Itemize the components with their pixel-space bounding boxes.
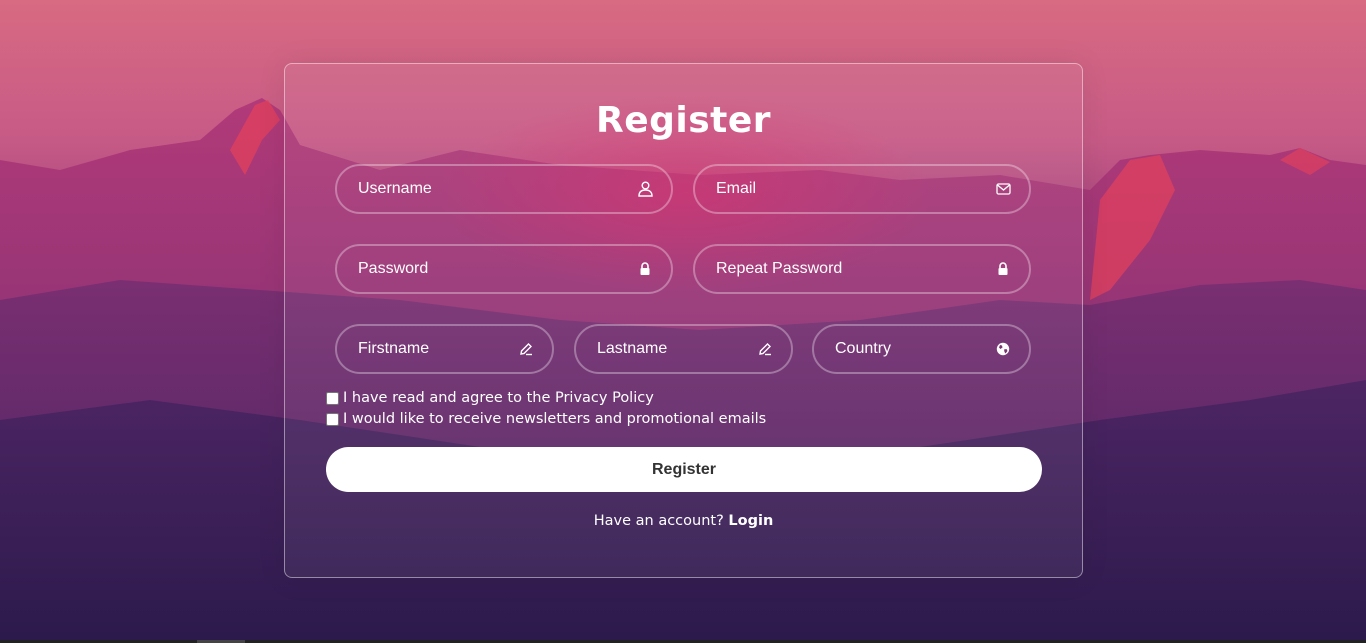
- username-placeholder: Username: [358, 180, 432, 197]
- page-title: Register: [595, 100, 772, 141]
- password-placeholder: Password: [358, 260, 429, 277]
- newsletter-checkbox-row[interactable]: I would like to receive newsletters and …: [326, 411, 766, 427]
- pencil-icon: [518, 341, 534, 357]
- lastname-field[interactable]: Lastname: [574, 324, 793, 374]
- privacy-checkbox-label: I have read and agree to the Privacy Pol…: [343, 390, 654, 406]
- user-icon: [637, 181, 653, 197]
- firstname-placeholder: Firstname: [358, 340, 430, 357]
- repeat-password-field[interactable]: Repeat Password: [693, 244, 1031, 294]
- country-field[interactable]: Country: [812, 324, 1031, 374]
- register-button[interactable]: Register: [326, 447, 1042, 492]
- password-field[interactable]: Password: [335, 244, 673, 294]
- firstname-field[interactable]: Firstname: [335, 324, 554, 374]
- newsletter-checkbox-label: I would like to receive newsletters and …: [343, 411, 767, 427]
- envelope-icon: [995, 181, 1011, 197]
- login-link[interactable]: Login: [728, 513, 773, 529]
- privacy-checkbox-row[interactable]: I have read and agree to the Privacy Pol…: [326, 390, 654, 406]
- login-prompt: Have an account? Login: [285, 513, 1082, 529]
- lock-icon: [995, 261, 1011, 277]
- privacy-checkbox[interactable]: [326, 391, 339, 405]
- pencil-icon: [757, 341, 773, 357]
- country-placeholder: Country: [835, 340, 892, 357]
- repeat-password-placeholder: Repeat Password: [716, 260, 843, 277]
- email-field[interactable]: Email: [693, 164, 1031, 214]
- newsletter-checkbox[interactable]: [326, 412, 339, 426]
- register-card: Register Username Email Password Repeat …: [284, 63, 1083, 578]
- login-prompt-text: Have an account?: [593, 513, 724, 529]
- globe-icon: [995, 341, 1011, 357]
- lock-icon: [637, 261, 653, 277]
- email-placeholder: Email: [716, 180, 757, 197]
- lastname-placeholder: Lastname: [597, 340, 668, 357]
- username-field[interactable]: Username: [335, 164, 673, 214]
